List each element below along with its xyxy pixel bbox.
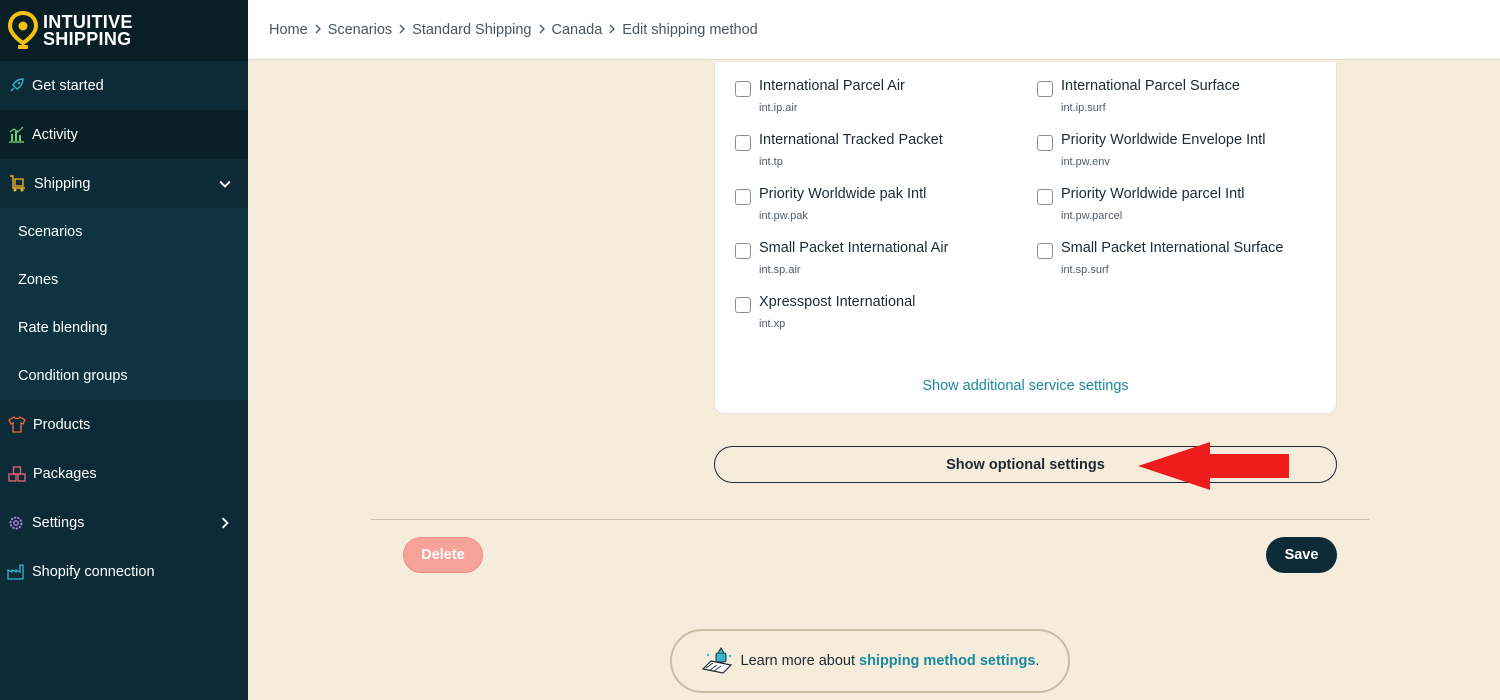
service-code: int.sp.surf bbox=[1061, 264, 1109, 276]
nav-label: Get started bbox=[32, 77, 104, 94]
service-code: int.tp bbox=[759, 156, 783, 168]
brand-line-1: INTUITIVE bbox=[43, 11, 133, 32]
chevron-right-icon bbox=[398, 22, 406, 38]
shipping-illustration-icon bbox=[701, 647, 732, 674]
location-pin-icon bbox=[8, 10, 38, 49]
service-checkbox[interactable] bbox=[735, 189, 751, 205]
service-checkbox[interactable] bbox=[735, 135, 751, 151]
service-checkbox[interactable] bbox=[1037, 243, 1053, 259]
service-name: Small Packet International Surface bbox=[1061, 240, 1284, 256]
service-checkbox[interactable] bbox=[735, 243, 751, 259]
chevron-right-icon bbox=[314, 22, 322, 38]
breadcrumb-current: Edit shipping method bbox=[622, 21, 758, 38]
shipping-submenu: Scenarios Zones Rate blending Condition … bbox=[0, 208, 248, 400]
red-arrow-annotation bbox=[1138, 442, 1289, 490]
chevron-right-icon bbox=[538, 22, 546, 38]
service-name: International Tracked Packet bbox=[759, 132, 943, 148]
service-name: Xpresspost International bbox=[759, 294, 916, 310]
nav-label: Products bbox=[33, 416, 91, 433]
service-code: int.sp.air bbox=[759, 264, 801, 276]
service-checkbox[interactable] bbox=[735, 81, 751, 97]
chevron-down-icon bbox=[219, 180, 231, 188]
boxes-icon bbox=[8, 465, 26, 483]
service-name: Small Packet International Air bbox=[759, 240, 949, 256]
sidebar: INTUITIVE SHIPPING Get started Activity … bbox=[0, 0, 248, 700]
gear-icon bbox=[7, 514, 25, 532]
nav-label: Packages bbox=[33, 465, 97, 482]
nav-label: Activity bbox=[32, 126, 78, 143]
chevron-right-icon bbox=[608, 22, 616, 38]
brand-logo[interactable]: INTUITIVE SHIPPING bbox=[0, 0, 248, 61]
nav-shopify-connection[interactable]: Shopify connection bbox=[0, 547, 248, 596]
nav-get-started[interactable]: Get started bbox=[0, 61, 248, 110]
service-name: Priority Worldwide pak Intl bbox=[759, 186, 927, 202]
learn-more-text: Learn more about bbox=[740, 653, 855, 669]
nav-label: Shopify connection bbox=[32, 563, 155, 580]
chart-icon bbox=[7, 126, 25, 144]
service-name: Priority Worldwide Envelope Intl bbox=[1061, 132, 1266, 148]
breadcrumb-standard-shipping[interactable]: Standard Shipping bbox=[412, 22, 531, 38]
sub-label: Scenarios bbox=[18, 224, 83, 240]
nav-products[interactable]: Products bbox=[0, 400, 248, 449]
nav-settings[interactable]: Settings bbox=[0, 498, 248, 547]
service-code: int.ip.surf bbox=[1061, 102, 1106, 114]
sidebar-item-scenarios[interactable]: Scenarios bbox=[0, 208, 248, 256]
delete-button[interactable]: Delete bbox=[403, 537, 483, 573]
service-checkbox[interactable] bbox=[1037, 81, 1053, 97]
sidebar-item-zones[interactable]: Zones bbox=[0, 256, 248, 304]
sub-label: Condition groups bbox=[18, 368, 128, 384]
nav-activity[interactable]: Activity bbox=[0, 110, 248, 159]
service-checkbox[interactable] bbox=[735, 297, 751, 313]
service-checkbox[interactable] bbox=[1037, 189, 1053, 205]
service-checkbox[interactable] bbox=[1037, 135, 1053, 151]
rocket-icon bbox=[7, 77, 25, 95]
chevron-right-icon bbox=[221, 517, 229, 528]
shipping-method-settings-link[interactable]: shipping method settings bbox=[859, 653, 1035, 669]
nav-label: Shipping bbox=[34, 175, 91, 192]
nav-shipping[interactable]: Shipping bbox=[0, 159, 248, 208]
service-name: International Parcel Surface bbox=[1061, 78, 1240, 94]
show-additional-service-settings-link[interactable]: Show additional service settings bbox=[715, 378, 1336, 394]
sidebar-item-rate-blending[interactable]: Rate blending bbox=[0, 304, 248, 352]
brand-name: INTUITIVE SHIPPING bbox=[43, 11, 133, 49]
sub-label: Zones bbox=[18, 272, 59, 288]
shirt-icon bbox=[8, 416, 26, 434]
brand-line-2: SHIPPING bbox=[43, 28, 132, 49]
learn-more-suffix: . bbox=[1035, 653, 1040, 669]
sidebar-item-condition-groups[interactable]: Condition groups bbox=[0, 352, 248, 400]
nav-label: Settings bbox=[32, 514, 85, 531]
services-card: International Parcel Air int.ip.air Inte… bbox=[714, 62, 1337, 414]
nav-packages[interactable]: Packages bbox=[0, 449, 248, 498]
breadcrumb: Home Scenarios Standard Shipping Canada … bbox=[248, 0, 1500, 60]
service-code: int.pw.parcel bbox=[1061, 210, 1123, 222]
divider bbox=[371, 519, 1369, 520]
service-name: International Parcel Air bbox=[759, 78, 905, 94]
service-code: int.xp bbox=[759, 318, 786, 330]
learn-more-banner: Learn more about shipping method setting… bbox=[670, 629, 1070, 693]
service-name: Priority Worldwide parcel Intl bbox=[1061, 186, 1245, 202]
breadcrumb-home[interactable]: Home bbox=[269, 22, 308, 38]
breadcrumb-canada[interactable]: Canada bbox=[552, 22, 603, 38]
breadcrumb-scenarios[interactable]: Scenarios bbox=[328, 22, 392, 38]
truck-icon bbox=[9, 175, 27, 193]
service-code: int.ip.air bbox=[759, 102, 798, 114]
sub-label: Rate blending bbox=[18, 320, 108, 336]
save-button[interactable]: Save bbox=[1266, 537, 1337, 573]
factory-icon bbox=[7, 563, 25, 581]
service-code: int.pw.pak bbox=[759, 210, 808, 222]
service-code: int.pw.env bbox=[1061, 156, 1110, 168]
